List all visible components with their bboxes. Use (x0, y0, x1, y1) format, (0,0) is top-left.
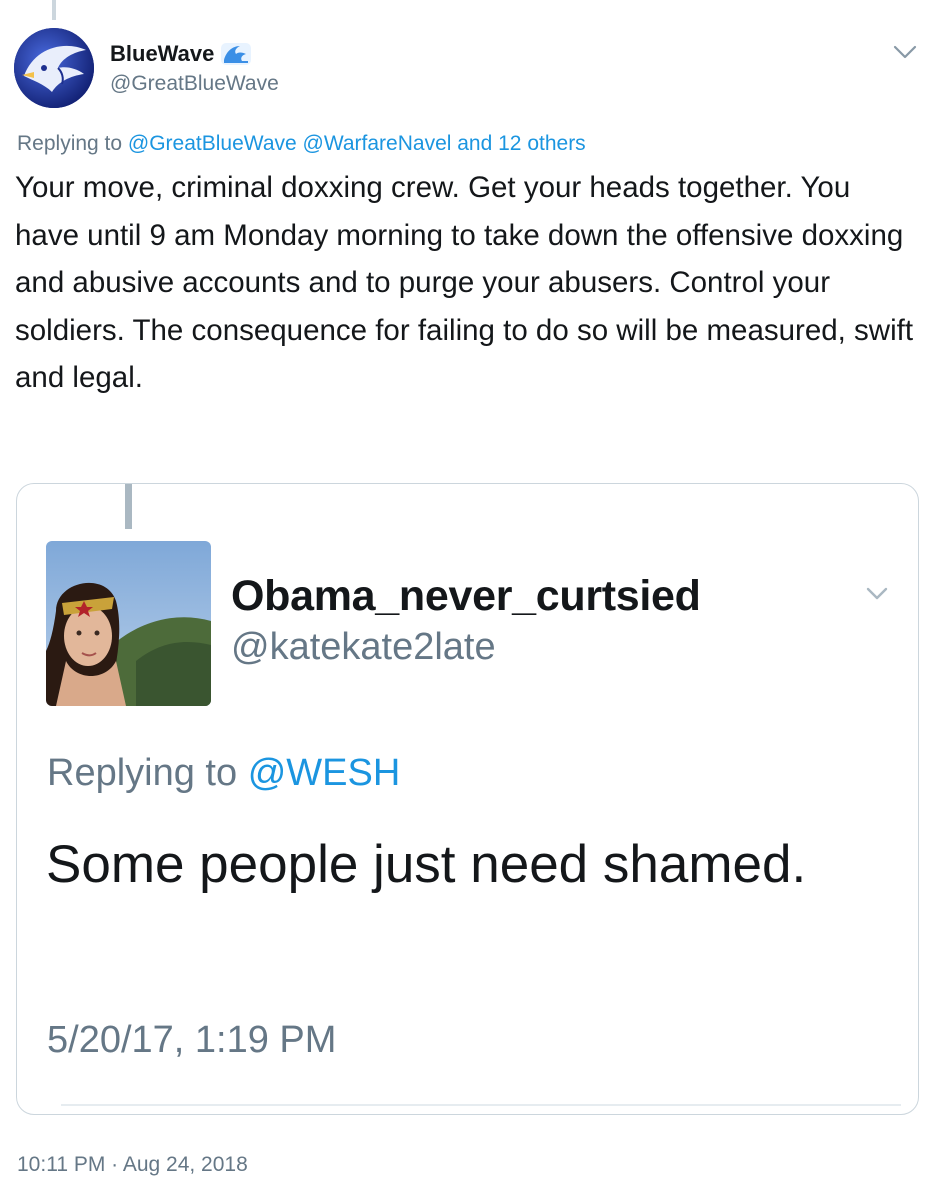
quoted-divider (61, 1104, 901, 1106)
author-display-name[interactable]: BlueWave (110, 41, 252, 67)
quoted-thread-line (125, 484, 132, 529)
quoted-chevron-down-icon (863, 582, 891, 604)
quoted-reply-prefix: Replying to (47, 752, 238, 794)
quoted-avatar (46, 541, 211, 706)
chevron-down-icon[interactable] (890, 40, 920, 64)
quoted-author-name[interactable]: Obama_never_curtsied (231, 572, 701, 621)
author-handle[interactable]: @GreatBlueWave (110, 72, 279, 96)
wave-icon (220, 42, 252, 66)
tweet-timestamp[interactable]: 10:11 PM · Aug 24, 2018 (17, 1153, 248, 1177)
quoted-image-card[interactable]: Obama_never_curtsied @katekate2late Repl… (16, 483, 919, 1115)
quoted-reply-mention: @WESH (247, 752, 401, 794)
reply-mentions-link[interactable]: @GreatBlueWave @WarfareNavel and 12 othe… (128, 132, 586, 155)
quoted-author-handle[interactable]: @katekate2late (231, 626, 496, 669)
reply-prefix: Replying to (17, 132, 123, 155)
quoted-timestamp: 5/20/17, 1:19 PM (47, 1019, 337, 1061)
author-name-text: BlueWave (110, 41, 215, 66)
quoted-tweet-text: Some people just need shamed. (46, 835, 807, 894)
quoted-reply-context: Replying to @WESH (47, 752, 400, 795)
thread-connector-line (52, 0, 56, 20)
reply-context: Replying to @GreatBlueWave @WarfareNavel… (17, 132, 586, 156)
avatar[interactable] (14, 28, 94, 108)
tweet-text: Your move, criminal doxxing crew. Get yo… (15, 171, 914, 394)
